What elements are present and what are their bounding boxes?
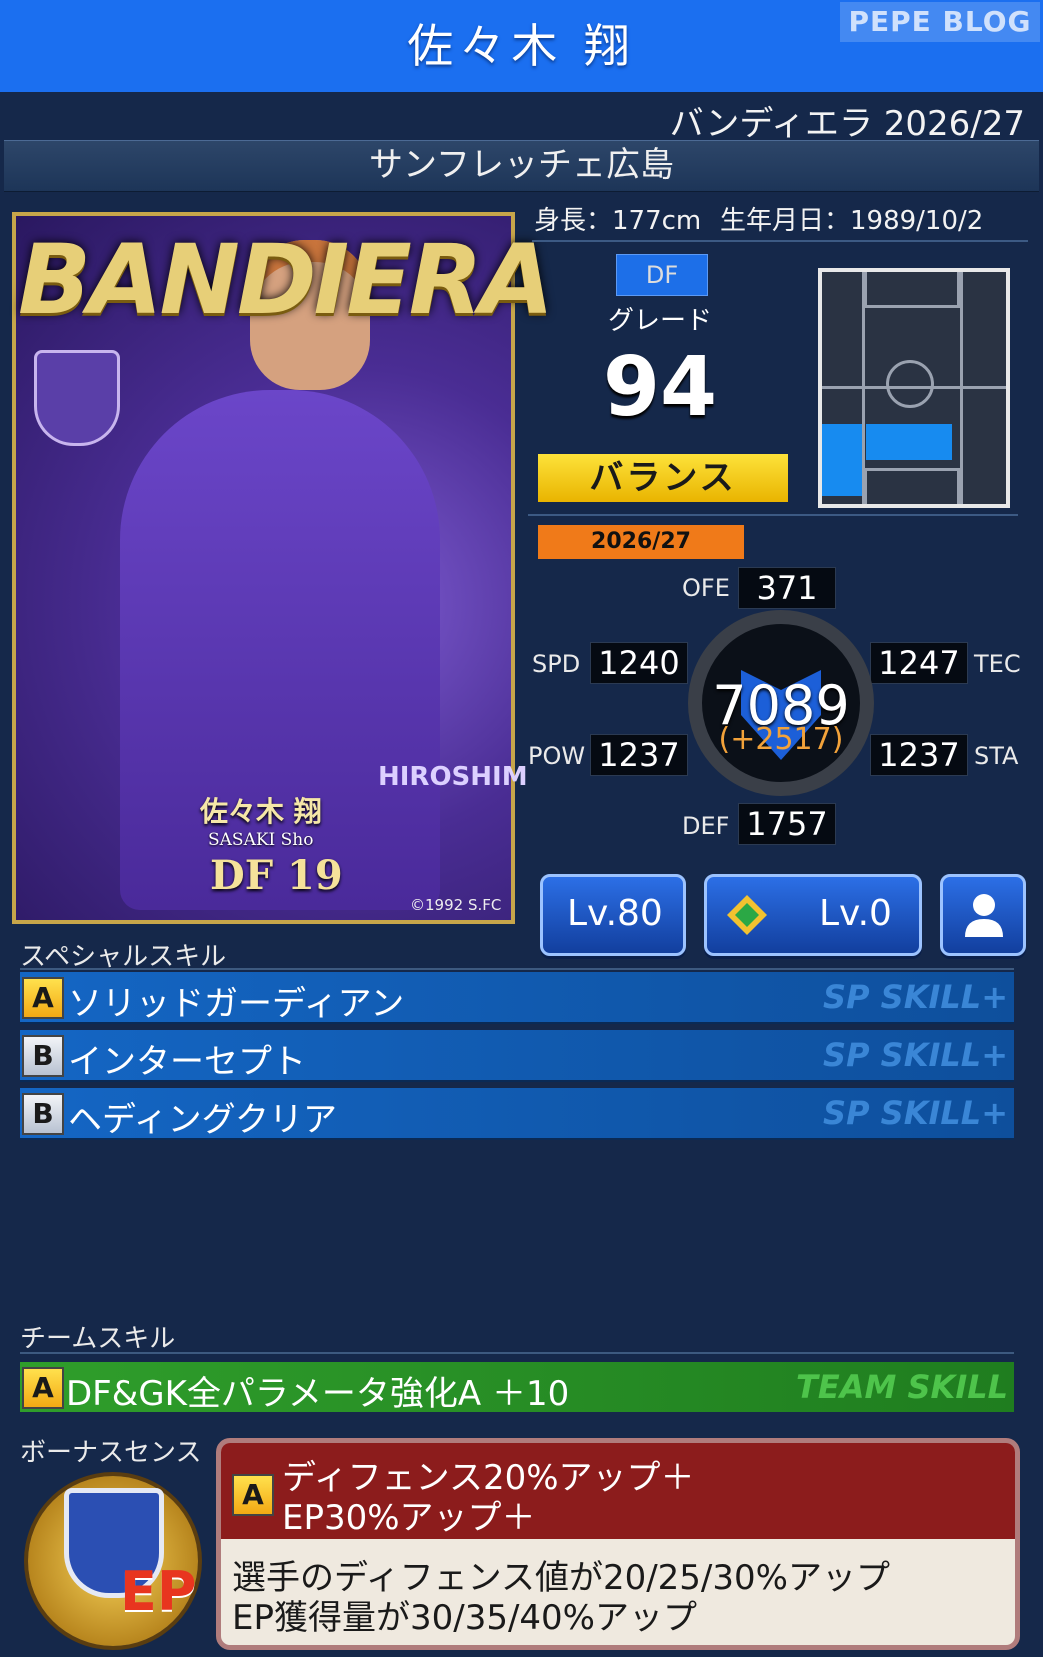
stat-pow-label: POW: [528, 742, 586, 770]
skill-grade-badge: B: [22, 1093, 64, 1135]
skill-grade-badge: A: [22, 977, 64, 1019]
card-player-name: 佐々木 翔: [200, 795, 322, 828]
watermark: PEPE BLOG: [840, 2, 1040, 42]
stat-sta-label: STA: [974, 742, 1019, 770]
card-banner-text: BANDIERA: [18, 224, 554, 336]
card-player-roman: SASAKI Sho: [208, 830, 314, 850]
stat-def-value: 1757: [738, 803, 836, 845]
special-skill-row[interactable]: A ソリッドガーディアン SP SKILL+: [20, 972, 1014, 1024]
pitch-bottom-box: [864, 468, 960, 504]
pitch-center-circle: [886, 360, 934, 408]
user-icon: [965, 894, 1003, 937]
bonus-grade-badge: A: [232, 1474, 274, 1516]
pitch-top-box: [864, 272, 960, 308]
team-skill-tag: TEAM SKILL: [796, 1368, 1008, 1406]
pitch-zone-highlight: [866, 424, 952, 460]
skill-tag: SP SKILL+: [823, 1036, 1008, 1074]
stat-tec-value: 1247: [870, 642, 968, 684]
skill-tag: SP SKILL+: [823, 1094, 1008, 1132]
divider: [532, 240, 1028, 242]
total-power-bonus: (+2517): [718, 722, 844, 757]
skill-name: ソリッドガーディアン: [68, 984, 405, 1024]
position-badge: DF: [616, 254, 708, 296]
bonus-sense-desc-line2: EP獲得量が30/35/40%アップ: [232, 1598, 697, 1638]
pitch-zone-highlight: [822, 424, 862, 496]
pitch-lane-line: [862, 272, 865, 504]
bonus-sense-label: ボーナスセンス: [20, 1438, 202, 1468]
skill-grade-badge: B: [22, 1035, 64, 1077]
bonus-emblem-text: EP: [120, 1560, 197, 1623]
team-skill-name: DF&GK全パラメータ強化A ＋10: [66, 1374, 570, 1414]
card-sponsor-text: HIROSHIM: [378, 762, 528, 792]
stat-pow-value: 1237: [590, 734, 688, 776]
club-name: サンフレッチェ広島: [369, 145, 674, 185]
level-button[interactable]: Lv.80: [540, 874, 686, 956]
team-skill-label: チームスキル: [20, 1324, 176, 1354]
stat-spd-value: 1240: [590, 642, 688, 684]
height-label: 身長：177cm: [534, 206, 702, 236]
grade-label: グレード: [607, 306, 712, 336]
card-copyright: ©1992 S.FC: [410, 896, 502, 914]
stat-def-label: DEF: [682, 812, 730, 840]
special-skill-row[interactable]: B ヘディングクリア SP SKILL+: [20, 1088, 1014, 1140]
pitch-rank-icon: [727, 895, 767, 935]
type-badge: バランス: [538, 454, 788, 502]
skill-level-button-label: Lv.0: [819, 893, 892, 934]
skill-level-button[interactable]: Lv.0: [704, 874, 922, 956]
club-crest-icon: [34, 350, 120, 446]
divider: [528, 514, 1018, 516]
card-series-label: バンディエラ 2026/27: [669, 104, 1025, 144]
skill-name: ヘディングクリア: [68, 1100, 337, 1140]
card-position-number: DF 19: [210, 852, 343, 899]
stat-tec-label: TEC: [974, 650, 1021, 678]
stat-spd-label: SPD: [532, 650, 581, 678]
special-skill-row[interactable]: B インターセプト SP SKILL+: [20, 1030, 1014, 1082]
skill-grade-badge: A: [22, 1367, 64, 1409]
birthday-label: 生年月日：1989/10/2: [720, 206, 984, 236]
skill-tag: SP SKILL+: [823, 978, 1008, 1016]
stat-ofe-value: 371: [738, 567, 836, 609]
season-tag: 2026/27: [538, 525, 744, 559]
player-profile-button[interactable]: [940, 874, 1026, 956]
grade-value: 94: [602, 340, 718, 435]
pitch-lane-line: [960, 272, 963, 504]
divider: [20, 1352, 1014, 1354]
stat-sta-value: 1237: [870, 734, 968, 776]
bonus-sense-title-line2: EP30%アップ＋: [282, 1498, 536, 1538]
divider: [20, 968, 1014, 970]
stat-ofe-label: OFE: [682, 574, 730, 602]
skill-name: インターセプト: [68, 1042, 306, 1082]
level-button-label: Lv.80: [567, 893, 663, 934]
team-skill-row[interactable]: A DF&GK全パラメータ強化A ＋10 TEAM SKILL: [20, 1362, 1014, 1414]
